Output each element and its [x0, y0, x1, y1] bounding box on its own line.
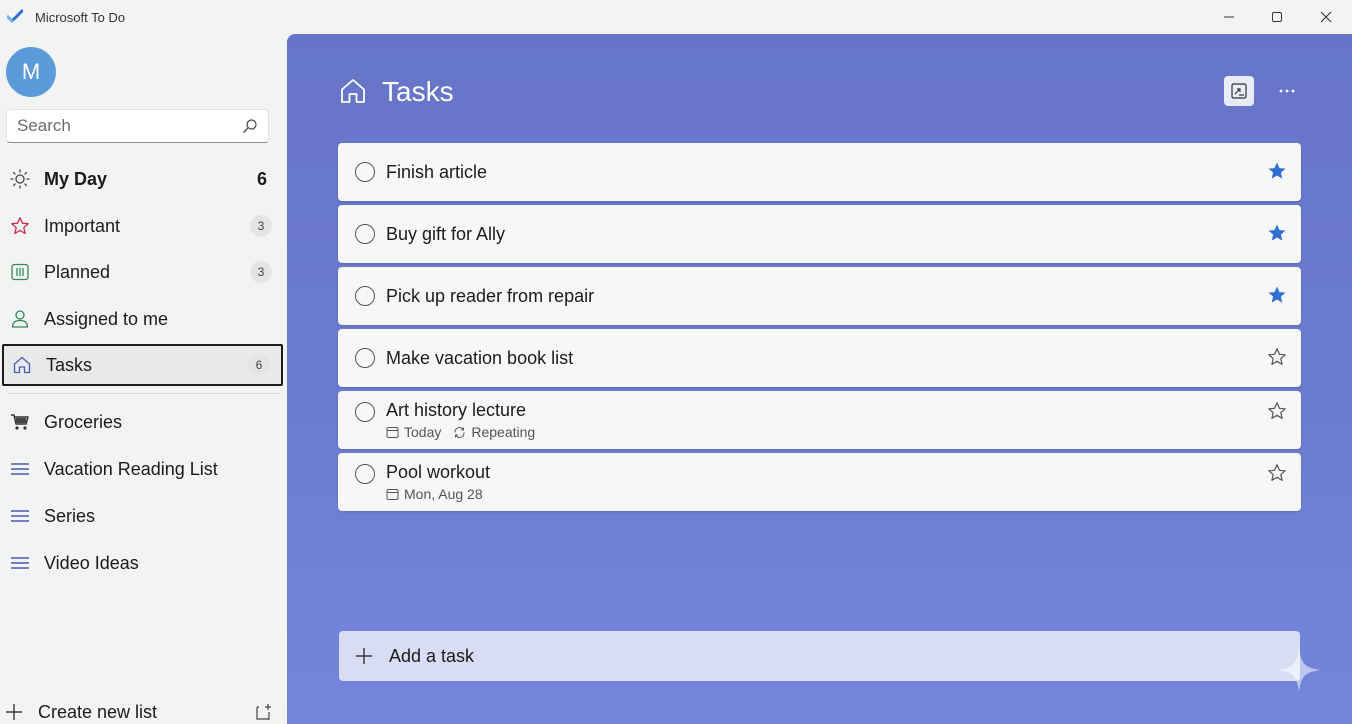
avatar[interactable]: M [6, 47, 56, 97]
title-bar: Microsoft To Do [0, 0, 1352, 34]
task-item[interactable]: Make vacation book list [338, 329, 1301, 387]
sidebar-item-label: Tasks [46, 354, 93, 375]
complete-checkbox[interactable] [355, 162, 375, 182]
sun-icon [10, 169, 30, 189]
sidebar-divider [8, 393, 280, 394]
sidebar-item-tasks[interactable]: Tasks 6 [2, 344, 283, 386]
task-title: Make vacation book list [386, 348, 574, 368]
person-icon [10, 309, 30, 329]
calendar-icon [10, 262, 30, 282]
task-title: Pick up reader from repair [386, 286, 595, 306]
main-panel: Tasks Finish article Buy gift for Ally P… [287, 34, 1352, 724]
star-filled-icon[interactable] [1267, 161, 1287, 181]
page-title: Tasks [382, 76, 454, 107]
sidebar-list-series[interactable]: Series [2, 495, 283, 537]
maximize-button[interactable] [1253, 0, 1301, 34]
sidebar-list-groceries[interactable]: Groceries [2, 401, 283, 443]
sidebar-item-label: Series [44, 505, 96, 526]
task-item[interactable]: Finish article [338, 143, 1301, 201]
search-box[interactable]: Search [6, 109, 269, 143]
home-icon [341, 79, 365, 103]
task-meta: Mon, Aug 28 [386, 486, 483, 502]
cart-icon [10, 412, 30, 432]
minimize-button[interactable] [1205, 0, 1253, 34]
add-task-input[interactable]: Add a task [339, 631, 1300, 681]
sidebar-item-count: 3 [250, 215, 272, 237]
star-filled-icon[interactable] [1267, 285, 1287, 305]
star-filled-icon[interactable] [1267, 223, 1287, 243]
complete-checkbox[interactable] [355, 224, 375, 244]
sidebar-item-label: Assigned to me [44, 308, 169, 329]
close-button[interactable] [1302, 0, 1350, 34]
sidebar-item-count: 6 [248, 354, 270, 376]
list-icon [10, 553, 30, 573]
task-item[interactable]: Pool workout Mon, Aug 28 [338, 453, 1301, 511]
close-icon [1320, 11, 1332, 23]
sidebar-item-label: Important [44, 215, 121, 236]
task-title: Art history lecture [386, 400, 527, 420]
star-outline-icon[interactable] [1267, 463, 1287, 483]
task-meta: Today Repeating [386, 424, 535, 440]
sidebar-item-count: 3 [250, 261, 272, 283]
more-options-button[interactable] [1275, 76, 1299, 106]
maximize-icon [1272, 12, 1282, 22]
list-icon [10, 459, 30, 479]
sparkle-icon [1277, 648, 1321, 692]
suggestions-button[interactable] [1224, 76, 1254, 106]
sidebar-list-vacation-reading[interactable]: Vacation Reading List [2, 448, 283, 490]
sidebar-item-label: My Day [44, 168, 108, 189]
new-group-icon[interactable] [255, 703, 273, 721]
star-icon [10, 216, 30, 236]
task-title: Finish article [386, 162, 488, 182]
sidebar-item-label: Vacation Reading List [44, 458, 218, 479]
sidebar-item-important[interactable]: Important 3 [2, 205, 283, 247]
sidebar-item-count: 6 [256, 168, 267, 189]
search-icon[interactable] [242, 118, 258, 134]
task-item[interactable]: Pick up reader from repair [338, 267, 1301, 325]
complete-checkbox[interactable] [355, 464, 375, 484]
create-new-list-label: Create new list [38, 701, 158, 722]
sidebar-item-label: Groceries [44, 411, 123, 432]
minimize-icon [1224, 16, 1234, 18]
more-icon [1279, 89, 1295, 93]
sidebar-item-my-day[interactable]: My Day 6 [2, 158, 283, 200]
task-item[interactable]: Art history lecture Today Repeating [338, 391, 1301, 449]
add-task-placeholder: Add a task [389, 645, 475, 666]
star-outline-icon[interactable] [1267, 347, 1287, 367]
sidebar-list-video-ideas[interactable]: Video Ideas [2, 542, 283, 584]
todo-logo-icon [7, 9, 23, 23]
complete-checkbox[interactable] [355, 348, 375, 368]
search-input[interactable]: Search [17, 116, 242, 136]
suggestions-icon [1231, 83, 1247, 99]
plus-icon [356, 648, 372, 664]
task-due-date: Mon, Aug 28 [404, 486, 483, 502]
create-new-list[interactable]: Create new list [0, 700, 287, 724]
sidebar-item-label: Planned [44, 261, 111, 282]
task-due-date: Today [404, 424, 442, 440]
task-title: Pool workout [386, 462, 491, 482]
window-title: Microsoft To Do [35, 10, 126, 25]
sidebar: M Search My Day 6 Important 3 Planned 3 … [0, 34, 287, 724]
task-title: Buy gift for Ally [386, 224, 506, 244]
task-repeat: Repeating [471, 424, 536, 440]
sidebar-item-assigned[interactable]: Assigned to me [2, 298, 283, 340]
sidebar-item-label: Video Ideas [44, 552, 139, 573]
star-outline-icon[interactable] [1267, 401, 1287, 421]
complete-checkbox[interactable] [355, 286, 375, 306]
calendar-icon [386, 426, 399, 438]
calendar-icon [386, 488, 399, 500]
complete-checkbox[interactable] [355, 402, 375, 422]
plus-icon [6, 704, 22, 720]
repeat-icon [454, 426, 465, 438]
home-icon [12, 355, 32, 375]
task-item[interactable]: Buy gift for Ally [338, 205, 1301, 263]
sidebar-item-planned[interactable]: Planned 3 [2, 251, 283, 293]
list-icon [10, 506, 30, 526]
